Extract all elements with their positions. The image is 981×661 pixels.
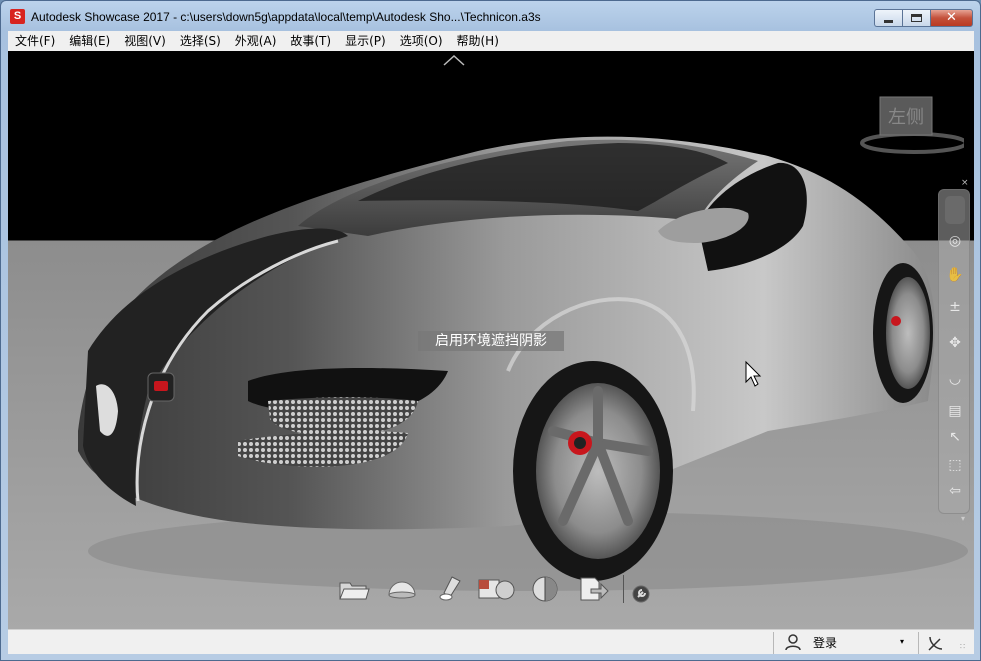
menu-edit[interactable]: 编辑(E) xyxy=(62,31,117,51)
back-icon[interactable]: ⇦ xyxy=(946,482,964,500)
close-icon: ✕ xyxy=(946,10,957,25)
lighting-icon[interactable] xyxy=(426,571,474,607)
maximize-button[interactable] xyxy=(902,9,930,27)
resize-grip-icon[interactable]: ∷ xyxy=(960,642,965,651)
app-window: S Autodesk Showcase 2017 - c:\users\down… xyxy=(0,0,981,661)
look-icon[interactable]: ◡ xyxy=(946,370,964,388)
satellite-icon[interactable] xyxy=(926,633,946,651)
login-dropdown-icon[interactable]: ▾ xyxy=(900,637,904,646)
user-icon[interactable] xyxy=(783,633,803,651)
open-folder-icon[interactable] xyxy=(330,571,378,607)
menu-appearance[interactable]: 外观(A) xyxy=(228,31,284,51)
menu-options[interactable]: 选项(O) xyxy=(393,31,450,51)
center-icon[interactable]: ↖ xyxy=(946,428,964,446)
maximize-icon xyxy=(911,14,922,22)
bottom-shelf xyxy=(330,569,652,609)
rewind-icon[interactable]: ▤ xyxy=(946,402,964,420)
zoom-window-icon[interactable]: ⬚ xyxy=(946,456,964,474)
login-label[interactable]: 登录 xyxy=(813,634,837,651)
status-bar: 登录 ▾ ∷ xyxy=(8,629,974,654)
showcase-app-icon[interactable]: S xyxy=(10,9,25,24)
appearance-sphere-icon[interactable] xyxy=(521,571,569,607)
status-divider xyxy=(773,632,774,654)
viewcube-face-label: 左侧 xyxy=(888,107,924,128)
steering-wheel-icon[interactable]: ◎ xyxy=(946,232,964,250)
menu-story[interactable]: 故事(T) xyxy=(283,31,338,51)
shelf-divider xyxy=(623,575,625,603)
3d-viewport[interactable]: 启用环境遮挡阴影 左侧 × ◎ ✋ ± ✥ ◡ ▤ ↖ ⬚ ⇦ ▾ xyxy=(8,51,974,629)
zoom-icon[interactable]: ± xyxy=(946,298,964,316)
orbit-icon[interactable]: ✥ xyxy=(946,334,964,352)
menu-file[interactable]: 文件(F) xyxy=(8,31,62,51)
minimize-icon xyxy=(884,20,893,23)
environment-dome-icon[interactable] xyxy=(378,571,426,607)
close-button[interactable]: ✕ xyxy=(930,9,973,27)
materials-icon[interactable] xyxy=(474,571,522,607)
minimize-button[interactable] xyxy=(874,9,902,27)
navbar-close-icon[interactable]: × xyxy=(961,178,969,188)
ambient-occlusion-tooltip: 启用环境遮挡阴影 xyxy=(418,331,564,351)
viewcube[interactable]: 左侧 xyxy=(854,95,964,155)
title-bar[interactable]: S Autodesk Showcase 2017 - c:\users\down… xyxy=(1,1,980,33)
menu-help[interactable]: 帮助(H) xyxy=(450,31,506,51)
menu-select[interactable]: 选择(S) xyxy=(173,31,228,51)
menu-bar: 文件(F) 编辑(E) 视图(V) 选择(S) 外观(A) 故事(T) 显示(P… xyxy=(8,31,974,51)
navbar-handle[interactable] xyxy=(945,196,965,224)
menu-view[interactable]: 视图(V) xyxy=(117,31,173,51)
pan-icon[interactable]: ✋ xyxy=(946,266,964,284)
navbar-dropdown-icon[interactable]: ▾ xyxy=(961,514,965,523)
export-icon[interactable] xyxy=(569,571,617,607)
menu-display[interactable]: 显示(P) xyxy=(338,31,393,51)
status-divider xyxy=(918,632,919,654)
window-title: Autodesk Showcase 2017 - c:\users\down5g… xyxy=(31,10,541,24)
window-controls: ✕ xyxy=(874,9,973,27)
settings-wrench-icon[interactable] xyxy=(630,583,652,605)
navigation-bar: ◎ ✋ ± ✥ ◡ ▤ ↖ ⬚ ⇦ xyxy=(938,189,970,514)
